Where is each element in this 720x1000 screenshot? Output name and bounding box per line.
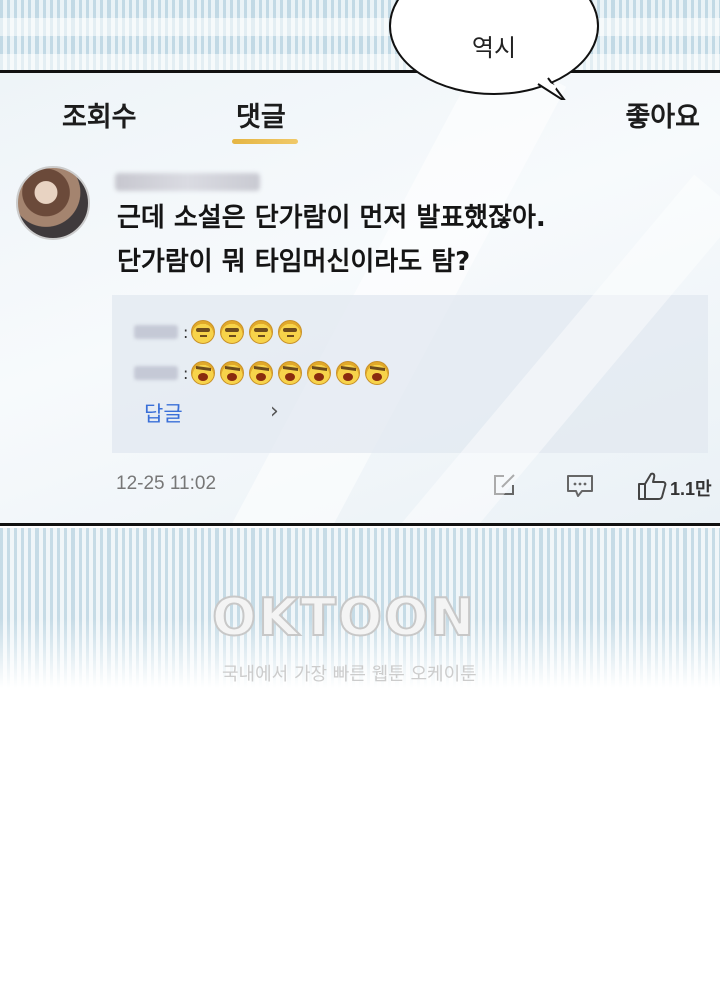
replies-preview[interactable]: : : 답글 › <box>112 295 708 453</box>
cool-face-icon <box>278 320 303 344</box>
watermark-logo: OKTOON <box>211 587 476 649</box>
background-pattern-top <box>0 0 720 72</box>
avatar[interactable] <box>16 166 90 240</box>
tab-likes[interactable]: 좋아요 <box>625 95 700 134</box>
angry-face-icon <box>191 361 216 385</box>
comment-line-2: 단가람이 뭐 타임머신이라도 탐? <box>117 247 471 277</box>
angry-face-icon <box>336 361 361 385</box>
watermark-tagline: 국내에서 가장 빠른 웹툰 오케이툰 <box>222 664 477 685</box>
comment-text: 근데 소설은 단가람이 먼저 발표했잖아. 단가람이 뭐 타임머신이라도 탐? <box>117 196 546 284</box>
reply-link[interactable]: 답글 <box>144 398 183 428</box>
reply-preview-row: : <box>134 319 307 345</box>
active-tab-indicator <box>232 139 298 144</box>
cool-face-icon <box>191 320 216 344</box>
speech-bubble-text: 역시 <box>471 34 517 62</box>
angry-face-icon <box>249 361 274 385</box>
reply-username-blurred <box>134 325 178 339</box>
angry-face-icon <box>278 361 303 385</box>
reply-separator: : <box>183 322 189 342</box>
share-edit-icon[interactable] <box>492 473 518 497</box>
comment-line-1: 근데 소설은 단가람이 먼저 발표했잖아. <box>117 203 546 233</box>
angry-face-icon <box>307 361 332 385</box>
like-count: 1.1만 <box>670 479 712 499</box>
tab-views[interactable]: 조회수 <box>62 95 137 134</box>
comment-timestamp: 12-25 11:02 <box>116 473 217 494</box>
username-blurred <box>115 173 260 191</box>
comment-icon[interactable] <box>566 474 594 498</box>
cool-face-icon <box>249 320 274 344</box>
tab-comments[interactable]: 댓글 <box>236 95 286 134</box>
chevron-right-icon[interactable]: › <box>270 399 279 424</box>
angry-face-icon <box>365 361 390 385</box>
reply-username-blurred <box>134 366 178 380</box>
comment-panel: 조회수 댓글 좋아요 근데 소설은 단가람이 먼저 발표했잖아. 단가람이 뭐 … <box>0 70 720 526</box>
thumbs-up-icon[interactable] <box>636 471 668 501</box>
angry-face-icon <box>220 361 245 385</box>
reply-preview-row: : <box>134 360 394 386</box>
reply-separator: : <box>183 363 189 383</box>
cool-face-icon <box>220 320 245 344</box>
